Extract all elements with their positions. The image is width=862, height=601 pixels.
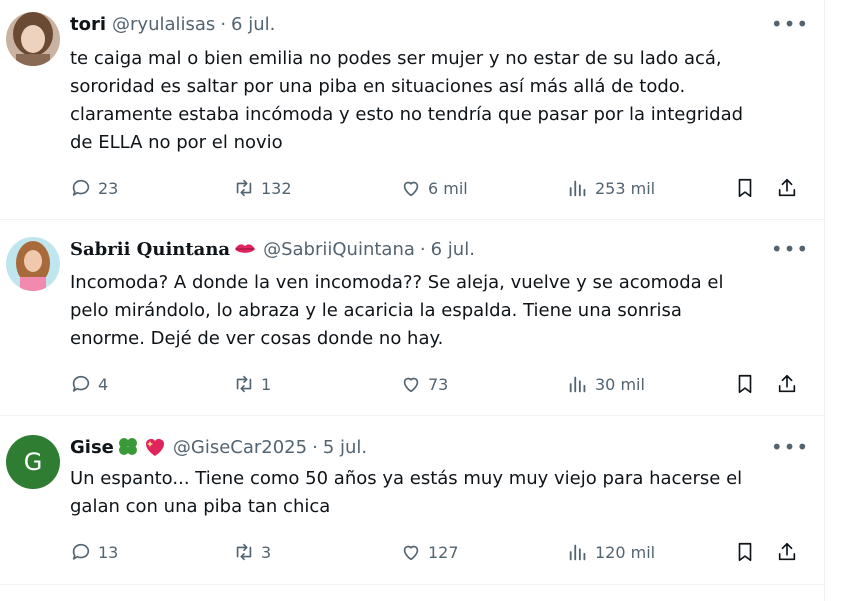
post-text: Incomoda? A donde la ven incomoda?? Se a…	[70, 269, 800, 353]
like-button[interactable]: 127	[400, 537, 459, 567]
avatar[interactable]	[6, 12, 60, 66]
reply-icon	[72, 179, 90, 196]
clover-icon	[118, 438, 137, 455]
more-icon[interactable]: •••	[771, 435, 808, 459]
views-button[interactable]: 120 mil	[567, 537, 655, 567]
bookmark-button[interactable]	[734, 173, 756, 203]
separator-dot: ·	[312, 436, 318, 458]
separator-dot: ·	[419, 238, 426, 260]
post-header: tori @ryulalisas · 6 jul.	[70, 12, 275, 36]
like-count: 127	[428, 542, 459, 562]
more-icon[interactable]: •••	[771, 12, 808, 36]
views-button[interactable]: 30 mil	[567, 369, 645, 399]
heart-icon	[403, 181, 419, 197]
bookmark-button[interactable]	[734, 369, 756, 399]
author-handle[interactable]: @SabriiQuintana	[263, 239, 415, 260]
post-text-line: pelo mirándolo, lo abraza y le acaricia …	[70, 300, 682, 321]
post-text-line: te caiga mal o bien emilia no podes ser …	[70, 48, 722, 69]
avatar[interactable]: G	[6, 435, 60, 489]
post[interactable]: tori @ryulalisas · 6 jul. ••• te caiga m…	[0, 0, 824, 220]
repost-count: 3	[261, 542, 272, 562]
reply-count: 4	[98, 374, 109, 394]
share-button[interactable]	[776, 369, 798, 399]
post-text: te caiga mal o bien emilia no podes ser …	[70, 45, 800, 157]
post-text: Un espanto... Tiene como 50 años ya está…	[70, 465, 800, 521]
post-header: Gise @GiseCar2025 · 5 jul.	[70, 435, 367, 459]
post-header: Sabrii Quintana @SabriiQuintana · 6 jul.	[70, 237, 475, 261]
share-button[interactable]	[776, 537, 798, 567]
post-date[interactable]: 5 jul.	[323, 437, 367, 458]
repost-count: 1	[261, 374, 272, 394]
like-count: 73	[428, 374, 449, 394]
post-text-line: Incomoda? A donde la ven incomoda?? Se a…	[70, 272, 724, 293]
author-handle[interactable]: @GiseCar2025	[173, 437, 307, 458]
post-text-line: enorme. Dejé de ver cosas donde no hay.	[70, 328, 444, 349]
post-text-line: sororidad es saltar por una piba en situ…	[70, 76, 686, 97]
reply-icon	[72, 543, 90, 560]
avatar-letter: G	[23, 448, 43, 476]
reply-button[interactable]: 13	[70, 537, 118, 567]
action-bar: 13 3 127 120 mil	[70, 537, 810, 567]
author-name[interactable]: tori	[70, 14, 106, 35]
post-text-line: de ELLA no por el novio	[70, 132, 283, 153]
reply-icon	[72, 375, 90, 392]
views-button[interactable]: 253 mil	[567, 173, 655, 203]
share-icon	[778, 178, 796, 197]
post-text-line: claramente estaba incómoda y esto no ten…	[70, 104, 744, 125]
views-icon	[569, 180, 586, 197]
reply-count: 23	[98, 178, 119, 198]
repost-count: 132	[261, 178, 292, 198]
repost-button[interactable]: 1	[233, 369, 271, 399]
like-button[interactable]: 73	[400, 369, 448, 399]
view-count: 253 mil	[595, 178, 656, 198]
heart-icon	[403, 545, 419, 561]
bookmark-button[interactable]	[734, 537, 756, 567]
bookmark-icon	[738, 178, 752, 198]
repost-button[interactable]: 3	[233, 537, 271, 567]
reply-feed: tori @ryulalisas · 6 jul. ••• te caiga m…	[0, 0, 825, 601]
view-count: 30 mil	[595, 374, 645, 394]
more-icon[interactable]: •••	[771, 237, 808, 261]
heart-icon	[403, 377, 419, 393]
views-icon	[569, 544, 586, 561]
repost-icon	[236, 375, 252, 393]
avatar-photo-icon	[6, 12, 60, 66]
post[interactable]: Sabrii Quintana @SabriiQuintana · 6 jul.…	[0, 219, 824, 416]
share-button[interactable]	[776, 173, 798, 203]
view-count: 120 mil	[595, 542, 656, 562]
avatar[interactable]	[6, 237, 60, 291]
repost-icon	[236, 179, 252, 197]
post-date[interactable]: 6 jul.	[231, 14, 275, 35]
repost-button[interactable]: 132	[233, 173, 292, 203]
author-name[interactable]: Gise	[70, 437, 114, 458]
post-text-line: galan con una piba tan chica	[70, 496, 331, 517]
reply-count: 13	[98, 542, 119, 562]
share-icon	[778, 542, 796, 561]
views-icon	[569, 376, 586, 393]
avatar-photo-icon	[6, 237, 60, 291]
kiss-lips-icon	[235, 244, 256, 253]
author-handle[interactable]: @ryulalisas	[112, 14, 215, 35]
repost-icon	[236, 543, 252, 561]
post-date[interactable]: 6 jul.	[431, 239, 475, 260]
reply-button[interactable]: 4	[70, 369, 108, 399]
share-icon	[778, 374, 796, 393]
author-name[interactable]: Sabrii Quintana	[70, 239, 230, 260]
separator-dot: ·	[220, 13, 227, 35]
sparkle-heart-icon	[145, 439, 164, 456]
like-button[interactable]: 6 mil	[400, 173, 468, 203]
post-text-line: Un espanto... Tiene como 50 años ya está…	[70, 468, 743, 489]
action-bar: 4 1 73 30 mil	[70, 369, 810, 399]
reply-button[interactable]: 23	[70, 173, 118, 203]
like-count: 6 mil	[428, 178, 468, 198]
bookmark-icon	[738, 542, 752, 562]
bookmark-icon	[738, 374, 752, 394]
action-bar: 23 132 6 mil 253 mil	[70, 173, 810, 203]
post[interactable]: G Gise @GiseCar2025 · 5 jul. ••• Un espa…	[0, 415, 824, 585]
